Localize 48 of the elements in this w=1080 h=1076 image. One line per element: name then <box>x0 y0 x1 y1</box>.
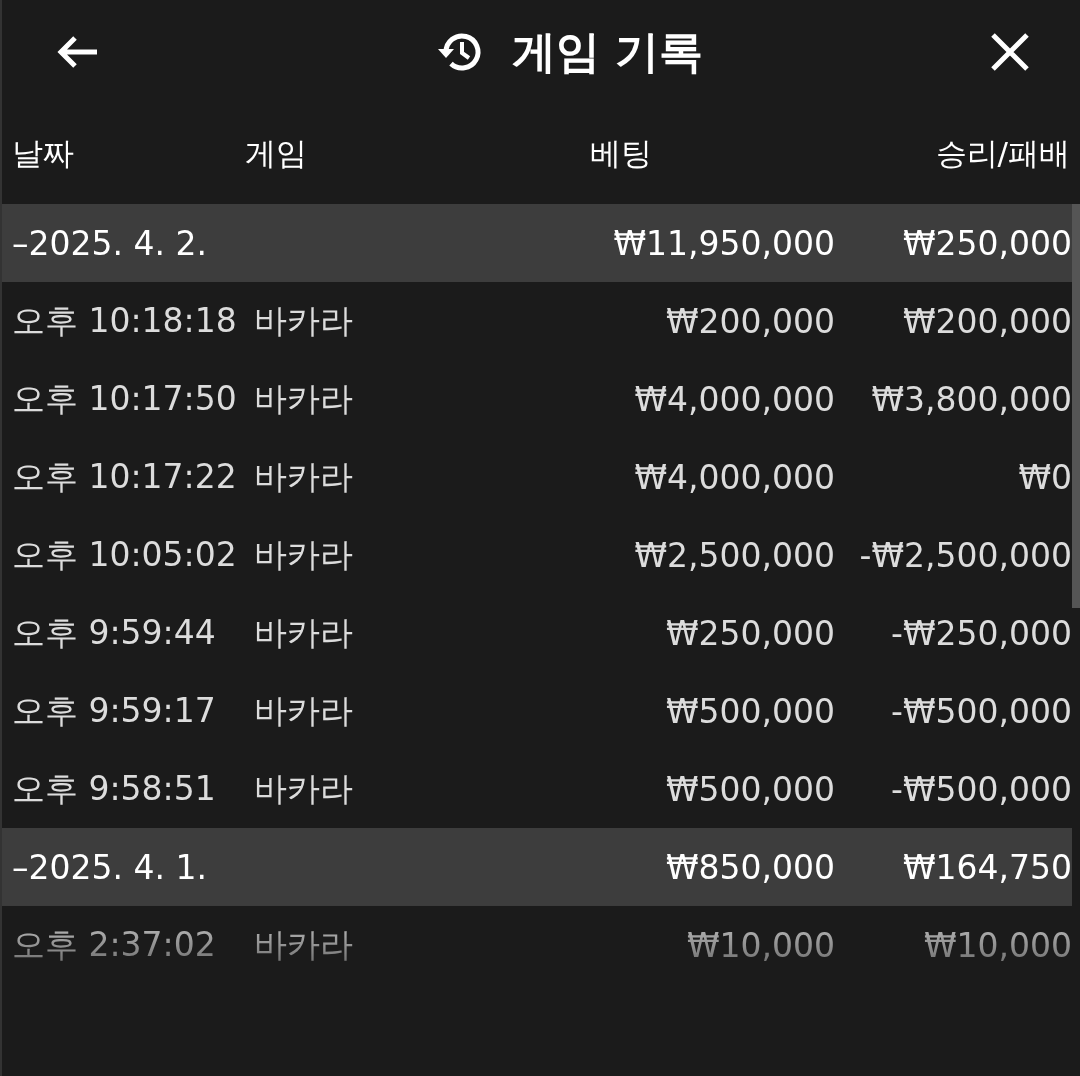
result-cell-text: -₩500,000 <box>890 691 1072 731</box>
time-cell-text: 오후 10:17:50 <box>12 377 238 420</box>
bet-cell-text: ₩2,500,000 <box>633 535 835 575</box>
column-header: 게임 <box>245 134 308 173</box>
result-cell-text: ₩10,000 <box>922 925 1072 965</box>
group-bet-total: ₩850,000 <box>664 847 835 887</box>
group-date: –2025. 4. 2. <box>12 223 208 263</box>
column-header: 승리/패배 <box>934 134 1070 173</box>
time-cell-text: 오후 9:59:17 <box>12 689 217 732</box>
column-header: 날짜 <box>12 134 75 173</box>
time-cell-text: 오후 10:05:02 <box>12 533 238 576</box>
column-header: 베팅 <box>590 134 653 173</box>
bet-cell-text: ₩10,000 <box>685 925 835 965</box>
game-cell-text: 바카라 <box>254 689 354 732</box>
close-icon[interactable] <box>990 32 1030 72</box>
time-cell-text: 오후 10:18:18 <box>12 299 238 342</box>
result-cell-text: -₩2,500,000 <box>858 535 1072 575</box>
game-cell-text: 바카라 <box>254 923 354 966</box>
bet-cell-text: ₩200,000 <box>664 301 835 341</box>
result-cell-text: -₩500,000 <box>890 769 1072 809</box>
bet-cell-text: ₩250,000 <box>664 613 835 653</box>
bet-cell-text: ₩4,000,000 <box>633 457 835 497</box>
back-arrow-icon[interactable] <box>55 34 99 70</box>
result-cell-text: ₩200,000 <box>901 301 1072 341</box>
game-cell-text: 바카라 <box>254 377 354 420</box>
game-cell-text: 바카라 <box>254 299 354 342</box>
bet-cell-text: ₩500,000 <box>664 769 835 809</box>
scrollbar[interactable] <box>1072 204 1080 608</box>
bet-cell-text: ₩500,000 <box>664 691 835 731</box>
game-cell-text: 바카라 <box>254 455 354 498</box>
game-cell-text: 바카라 <box>254 533 354 576</box>
time-cell-text: 오후 9:58:51 <box>12 767 217 810</box>
date-group-row[interactable]: –2025. 4. 1. ₩850,000 ₩164,750 <box>2 828 1072 906</box>
time-cell-text: 오후 9:59:44 <box>12 611 217 654</box>
time-cell-text: 오후 10:17:22 <box>12 455 238 498</box>
screen-title: 게임 기록 <box>511 24 704 79</box>
result-cell-text: -₩250,000 <box>890 613 1072 653</box>
group-result-total: ₩164,750 <box>901 847 1072 887</box>
group-result-total: ₩250,000 <box>901 223 1072 263</box>
date-group-row[interactable]: –2025. 4. 2. ₩11,950,000 ₩250,000 <box>2 204 1072 282</box>
bet-cell-text: ₩4,000,000 <box>633 379 835 419</box>
game-cell-text: 바카라 <box>254 611 354 654</box>
group-date: –2025. 4. 1. <box>12 847 208 887</box>
time-cell-text: 오후 2:37:02 <box>12 923 217 966</box>
game-cell-text: 바카라 <box>254 767 354 810</box>
result-cell-text: ₩0 <box>1017 457 1072 497</box>
result-cell-text: ₩3,800,000 <box>870 379 1072 419</box>
group-bet-total: ₩11,950,000 <box>612 223 835 263</box>
